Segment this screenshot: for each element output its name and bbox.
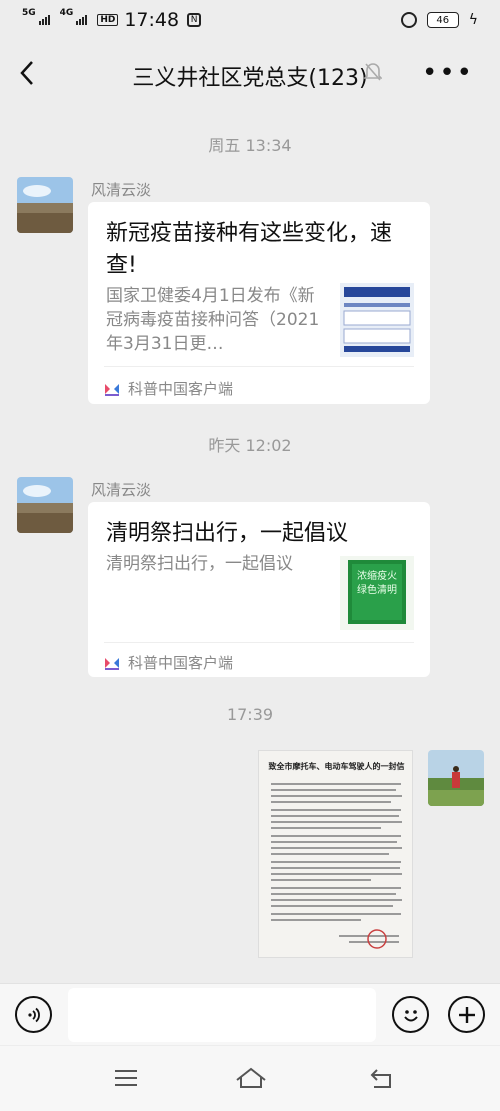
sender-name: 风清云淡 (91, 481, 152, 499)
card-description: 清明祭扫出行，一起倡议 (106, 554, 293, 574)
card-description: 国家卫健委4月1日发布《新冠病毒疫苗接种问答（2021年3月31日更… (106, 286, 320, 354)
charging-icon: ϟ (468, 12, 478, 28)
menu-icon (115, 1070, 137, 1086)
timestamp: 周五 13:34 (208, 136, 292, 155)
message-input[interactable] (68, 988, 376, 1042)
card-divider (104, 366, 414, 367)
battery-icon: 46 (426, 12, 459, 28)
hd-badge: HD (97, 14, 119, 26)
alarm-icon (400, 12, 417, 28)
card-source: 科普中国客户端 (104, 378, 233, 399)
avatar-self[interactable] (428, 750, 484, 806)
status-bar: 5G 4G HD 17:48 N 46 ϟ (0, 0, 500, 40)
sender-name: 风清云淡 (91, 181, 152, 199)
signal-5g: 5G (22, 9, 50, 25)
source-name: 科普中国客户端 (128, 654, 234, 672)
plus-icon (458, 1006, 475, 1023)
network-type-4g: 4G (59, 8, 74, 18)
more-button[interactable]: ••• (422, 58, 474, 88)
signal-bars-icon (38, 15, 50, 25)
home-button[interactable] (234, 1066, 268, 1090)
emoji-button[interactable] (392, 996, 429, 1033)
input-bar (0, 983, 500, 1045)
source-logo-icon (104, 380, 120, 397)
source-logo-icon (104, 654, 120, 671)
network-type-5g: 5G (22, 8, 36, 18)
back-arrow-icon (370, 1069, 391, 1088)
card-thumbnail: 浓缩疫火 绿色清明 (340, 556, 414, 630)
timestamp: 17:39 (226, 705, 274, 724)
card-title: 清明祭扫出行，一起倡议 (106, 521, 349, 546)
card-divider (104, 642, 414, 643)
card-source: 科普中国客户端 (104, 652, 233, 673)
timestamp: 昨天 12:02 (208, 436, 292, 455)
home-icon (236, 1067, 266, 1088)
voice-icon (27, 1007, 40, 1022)
back-nav-button[interactable] (368, 1066, 396, 1090)
status-time: 17:48 (124, 9, 180, 31)
plus-button[interactable] (448, 996, 485, 1033)
image-message[interactable]: 致全市摩托车、电动车驾驶人的一封信 (258, 750, 413, 958)
more-icon: ••• (421, 58, 474, 88)
link-card[interactable]: 新冠疫苗接种有这些变化，速查! 国家卫健委4月1日发布《新冠病毒疫苗接种问答（2… (88, 202, 430, 404)
system-nav-bar (0, 1046, 500, 1111)
avatar[interactable] (17, 177, 73, 233)
signal-4g: 4G (60, 9, 88, 25)
link-card[interactable]: 清明祭扫出行，一起倡议 清明祭扫出行，一起倡议 浓缩疫火 绿色清明 科普中国客户… (88, 502, 430, 677)
thumbnail-text: 浓缩疫火 绿色清明 (357, 571, 397, 596)
menu-button[interactable] (112, 1066, 140, 1090)
avatar[interactable] (17, 477, 73, 533)
card-thumbnail (340, 283, 414, 357)
card-title: 新冠疫苗接种有这些变化，速查! (106, 221, 393, 278)
chat-header: 三义井社区党总支(123) ••• (0, 40, 500, 106)
source-name: 科普中国客户端 (128, 380, 234, 398)
signal-bars-icon (76, 15, 88, 25)
bell-off-icon (363, 62, 383, 87)
letter-text-lines (271, 783, 402, 949)
voice-button[interactable] (15, 996, 52, 1033)
nfc-icon: N (187, 13, 202, 27)
emoji-icon (403, 1009, 418, 1021)
